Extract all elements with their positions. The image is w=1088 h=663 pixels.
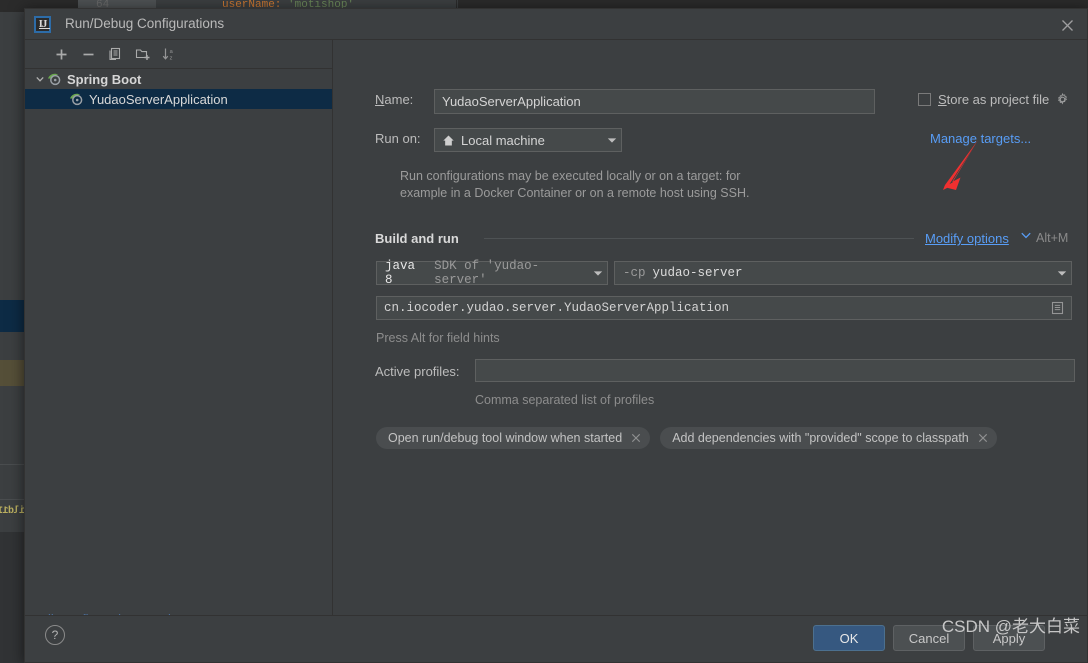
chip-add-provided-scope-dependencies[interactable]: Add dependencies with "provided" scope t… (660, 427, 997, 449)
manage-targets-link[interactable]: Manage targets... (930, 131, 1031, 146)
run-debug-configurations-dialog: IJ Run/Debug Configurations a z Spring B… (24, 8, 1088, 663)
store-as-project-file-label: Store as project file (938, 92, 1050, 107)
modify-options-link[interactable]: Modify options (925, 231, 1009, 246)
gutter-separator-1 (0, 464, 24, 465)
copy-configuration-button[interactable] (104, 43, 126, 65)
add-configuration-button[interactable] (50, 43, 72, 65)
gutter-warning-block (0, 360, 24, 386)
configuration-form: Name: YudaoServerApplication Store as pr… (334, 40, 1087, 640)
configurations-sidebar: a z Spring Boot YudaoServerApplication (25, 40, 333, 640)
run-on-description-line-1: Run configurations may be executed local… (400, 169, 741, 183)
build-and-run-separator-left (484, 238, 914, 239)
svg-text:a: a (169, 49, 173, 55)
gear-icon[interactable] (1056, 93, 1069, 106)
tree-group-spring-boot[interactable]: Spring Boot (25, 69, 332, 89)
gutter-separator-2 (0, 499, 24, 500)
spring-boot-icon (47, 72, 62, 86)
chip-label: Open run/debug tool window when started (388, 431, 623, 445)
chevron-down-icon[interactable] (585, 270, 603, 277)
gutter-selected-block (0, 300, 24, 332)
main-class-input[interactable]: cn.iocoder.yudao.server.YudaoServerAppli… (376, 296, 1072, 320)
spring-boot-icon (69, 92, 84, 106)
sort-configurations-button[interactable]: a z (158, 43, 180, 65)
store-as-project-file-row[interactable]: Store as project file (918, 92, 1069, 107)
build-and-run-title: Build and run (375, 231, 459, 246)
chevron-down-icon[interactable] (1021, 232, 1031, 239)
home-icon (442, 134, 455, 147)
ide-left-gutter: ild1I (0, 12, 25, 663)
run-on-description-line-2: example in a Docker Container or on a re… (400, 186, 750, 200)
name-input[interactable]: YudaoServerApplication (434, 89, 875, 114)
dialog-title: Run/Debug Configurations (65, 16, 225, 31)
main-class-value: cn.iocoder.yudao.server.YudaoServerAppli… (384, 301, 730, 315)
store-as-project-file-checkbox[interactable] (918, 93, 931, 106)
classpath-flag-label: -cp (623, 266, 646, 280)
chevron-down-icon[interactable] (1049, 270, 1067, 277)
field-hints-note: Press Alt for field hints (376, 331, 500, 345)
jdk-dropdown[interactable]: java 8 SDK of 'yudao-server' (376, 259, 608, 287)
move-into-folder-button[interactable] (131, 43, 153, 65)
dialog-titlebar: IJ Run/Debug Configurations (25, 9, 1087, 40)
run-on-value: Local machine (461, 132, 545, 148)
run-on-dropdown[interactable]: Local machine (434, 128, 622, 152)
intellij-logo-icon: IJ (34, 16, 51, 33)
close-icon[interactable] (978, 433, 988, 443)
dialog-footer: ? OK Cancel Apply (25, 615, 1087, 651)
modify-options-shortcut: Alt+M (1036, 231, 1069, 245)
close-icon[interactable] (1056, 15, 1078, 35)
name-label: Name: (375, 92, 414, 107)
active-profiles-hint: Comma separated list of profiles (475, 393, 655, 407)
chevron-down-icon[interactable] (599, 137, 617, 144)
classpath-module-dropdown[interactable]: -cp yudao-server (614, 261, 1072, 285)
gutter-dark-panel (0, 532, 24, 663)
run-on-label: Run on: (375, 131, 421, 146)
option-chips: Open run/debug tool window when started … (376, 427, 997, 449)
sidebar-toolbar: a z (25, 40, 332, 69)
dialog-body: a z Spring Boot YudaoServerApplication N… (25, 40, 1087, 651)
chip-open-run-debug-tool-window[interactable]: Open run/debug tool window when started (376, 427, 651, 449)
chip-label: Add dependencies with "provided" scope t… (672, 431, 969, 445)
classpath-module-value: yudao-server (652, 266, 743, 280)
ok-button[interactable]: OK (813, 625, 885, 651)
svg-text:z: z (169, 55, 172, 61)
jdk-secondary-label: SDK of 'yudao-server' (434, 259, 540, 287)
screen-root: 64 userName: 'motishop' ild1I IJ Run/Deb… (0, 0, 1088, 663)
tree-group-label: Spring Boot (67, 71, 142, 87)
close-icon[interactable] (631, 433, 641, 443)
jdk-primary-label: java 8 (385, 259, 416, 287)
active-profiles-input[interactable] (475, 359, 1075, 382)
chevron-down-icon[interactable] (33, 74, 47, 84)
tree-item-label: YudaoServerApplication (89, 91, 228, 107)
tree-item-yudaoserverapplication[interactable]: YudaoServerApplication (25, 89, 332, 109)
remove-configuration-button[interactable] (77, 43, 99, 65)
help-button[interactable]: ? (45, 625, 65, 645)
csdn-watermark: CSDN @老大白菜 (941, 617, 1080, 636)
run-on-description: Run configurations may be executed local… (400, 168, 860, 202)
browse-class-icon[interactable] (1051, 301, 1064, 315)
gutter-text-fragment: ild1I (0, 506, 25, 517)
configurations-tree: Spring Boot YudaoServerApplication (25, 69, 332, 109)
active-profiles-label: Active profiles: (375, 364, 460, 379)
name-input-value: YudaoServerApplication (442, 94, 581, 109)
